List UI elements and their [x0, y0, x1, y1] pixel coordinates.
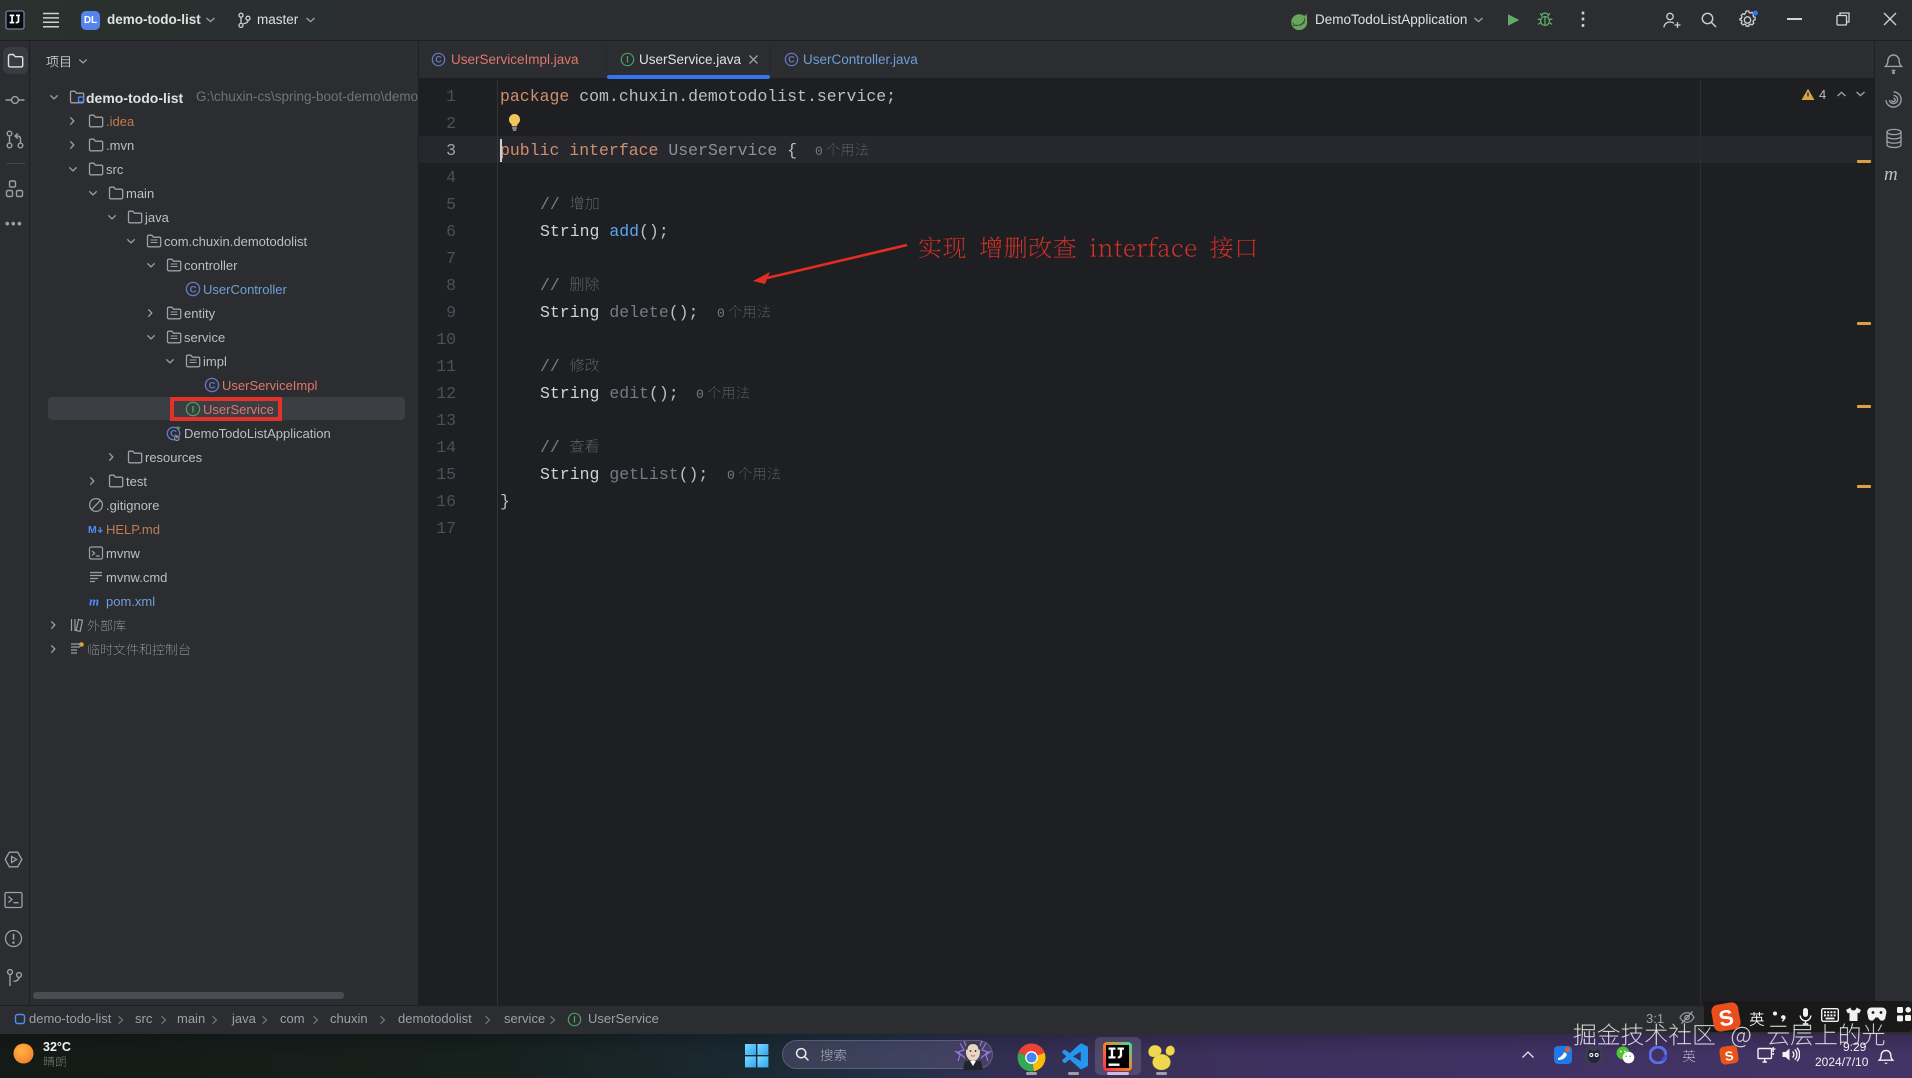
svg-text:M: M [88, 524, 97, 536]
svg-text:I: I [573, 1015, 575, 1025]
svg-text:C: C [788, 55, 795, 65]
svg-text:C: C [209, 380, 216, 391]
svg-text:m: m [89, 594, 99, 609]
svg-text:C: C [189, 284, 196, 295]
svg-text:C: C [435, 55, 442, 65]
svg-text:I: I [626, 55, 628, 65]
